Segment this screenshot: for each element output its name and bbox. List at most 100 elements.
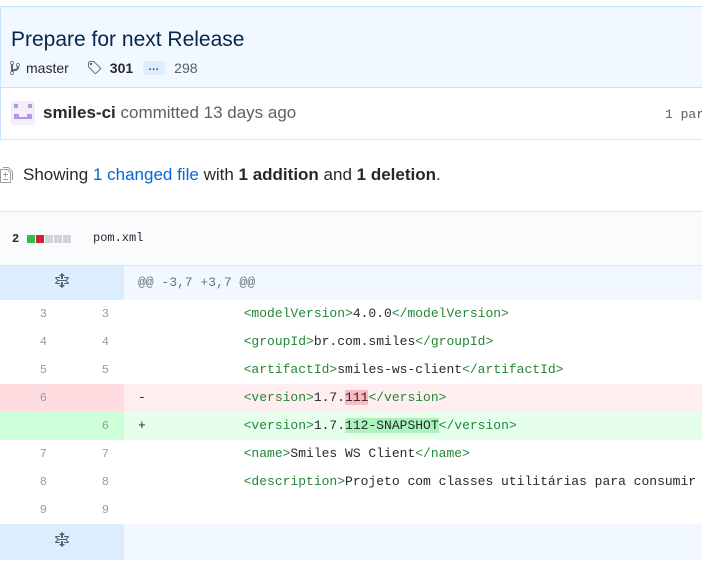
new-line-number[interactable]: 6 — [62, 412, 124, 440]
file-diffstat: 2 — [12, 232, 72, 246]
commit-meta: master 301 … 298 — [9, 58, 198, 78]
old-line-number[interactable]: 9 — [0, 496, 62, 524]
commit-author-row: smiles-ci committed 13 days ago 1 parent — [0, 88, 702, 140]
file-header: 2 pom.xml — [0, 211, 702, 266]
old-line-number[interactable] — [0, 412, 62, 440]
xml-close-tag: </version> — [368, 390, 447, 405]
xml-close-tag: </name> — [415, 446, 470, 461]
xml-close-tag: </artifactId> — [462, 362, 564, 377]
summary-mid1: with — [203, 165, 234, 184]
summary-prefix: Showing — [23, 165, 89, 184]
old-line-number[interactable]: 5 — [0, 356, 62, 384]
context-line: 77 <name>Smiles WS Client</name> — [0, 440, 702, 468]
diff-summary: Showing 1 changed file with 1 addition a… — [0, 161, 441, 189]
xml-text: smiles-ws-client — [337, 362, 463, 377]
xml-open-tag: <version> — [243, 390, 314, 405]
diffstat-block — [36, 235, 45, 243]
xml-text: 4.0.0 — [352, 306, 392, 321]
xml-open-tag: <modelVersion> — [243, 306, 353, 321]
xml-close-tag: </groupId> — [415, 334, 494, 349]
unfold-icon — [55, 532, 69, 552]
diffstat-blocks — [27, 235, 72, 243]
hunk-footer-fill — [124, 524, 702, 560]
context-line: 44 <groupId>br.com.smiles</groupId> — [0, 328, 702, 356]
new-line-number[interactable]: 7 — [62, 440, 124, 468]
deleted-line: 6 - <version>1.7.111</version> — [0, 384, 702, 412]
xml-close-tag: </version> — [438, 418, 517, 433]
branch-link[interactable]: master — [9, 60, 69, 76]
avatar[interactable] — [11, 101, 35, 125]
hunk-header-text: @@ -3,7 +3,7 @@ — [124, 266, 702, 300]
commit-title: Prepare for next Release — [11, 28, 245, 51]
diffstat-block — [45, 235, 54, 243]
xml-open-tag: <artifactId> — [243, 362, 338, 377]
xml-text: 1.7. — [313, 390, 346, 405]
diffstat-block — [63, 235, 72, 243]
added-line: 6 + <version>1.7.112-SNAPSHOT</version> — [0, 412, 702, 440]
new-line-number[interactable]: 8 — [62, 468, 124, 496]
old-line-number[interactable]: 8 — [0, 468, 62, 496]
code-line: + <version>1.7.112-SNAPSHOT</version> — [124, 412, 702, 440]
context-line: 88 <description>Projeto com classes util… — [0, 468, 702, 496]
new-line-number[interactable]: 4 — [62, 328, 124, 356]
author-line: smiles-ci committed 13 days ago — [43, 103, 296, 123]
changed-text: 111 — [345, 390, 369, 405]
more-tags-count: 298 — [174, 60, 198, 76]
git-branch-icon — [9, 60, 21, 76]
old-line-number[interactable]: 7 — [0, 440, 62, 468]
old-line-number[interactable]: 4 — [0, 328, 62, 356]
expand-down-button[interactable] — [0, 524, 124, 560]
branch-name: master — [26, 60, 69, 76]
diff-marker: - — [138, 390, 146, 405]
parent-label: 1 parent — [665, 107, 702, 122]
new-line-number[interactable]: 9 — [62, 496, 124, 524]
xml-text: br.com.smiles — [313, 334, 416, 349]
expand-tags-button[interactable]: … — [143, 61, 166, 75]
code-line: <artifactId>smiles-ws-client</artifactId… — [124, 356, 702, 384]
hunk-footer-row — [0, 524, 702, 560]
expand-up-button[interactable] — [0, 266, 124, 300]
new-line-number[interactable]: 5 — [62, 356, 124, 384]
context-line: 33 <modelVersion>4.0.0</modelVersion> — [0, 300, 702, 328]
commit-header: Prepare for next Release master 301 … 29… — [0, 6, 702, 88]
code-line: <modelVersion>4.0.0</modelVersion> — [124, 300, 702, 328]
code-line: <description>Projeto com classes utilitá… — [124, 468, 702, 496]
author-name[interactable]: smiles-ci — [43, 103, 116, 122]
xml-text: Projeto com classes utilitárias para con… — [345, 474, 697, 489]
xml-open-tag: <name> — [243, 446, 291, 461]
diffstat-block — [54, 235, 63, 243]
summary-mid2: and — [323, 165, 352, 184]
changed-files-link[interactable]: 1 changed file — [93, 165, 199, 185]
old-line-number[interactable]: 3 — [0, 300, 62, 328]
file-name-link[interactable]: pom.xml — [93, 231, 143, 245]
tag-count[interactable]: 301 — [110, 60, 133, 76]
diffstat-block — [27, 235, 36, 243]
code-line: <name>Smiles WS Client</name> — [124, 440, 702, 468]
diff-marker: + — [138, 418, 146, 433]
tag-list: 301 … 298 — [86, 60, 198, 76]
xml-open-tag: <description> — [243, 474, 346, 489]
tag-icon — [86, 60, 102, 76]
commit-time: committed 13 days ago — [115, 103, 297, 122]
context-line: 99 — [0, 496, 702, 524]
file-diff-icon — [0, 167, 13, 183]
deletions-count: 1 deletion — [356, 165, 437, 184]
new-line-number[interactable] — [62, 384, 124, 412]
xml-close-tag: </modelVersion> — [391, 306, 509, 321]
change-count: 2 — [12, 232, 20, 246]
xml-text: Smiles WS Client — [290, 446, 416, 461]
new-line-number[interactable]: 3 — [62, 300, 124, 328]
old-line-number[interactable]: 6 — [0, 384, 62, 412]
context-line: 55 <artifactId>smiles-ws-client</artifac… — [0, 356, 702, 384]
diff-table: @@ -3,7 +3,7 @@ 33 <modelVersion>4.0.0</… — [0, 266, 702, 560]
xml-text: 1.7. — [313, 418, 346, 433]
xml-open-tag: <groupId> — [243, 334, 314, 349]
